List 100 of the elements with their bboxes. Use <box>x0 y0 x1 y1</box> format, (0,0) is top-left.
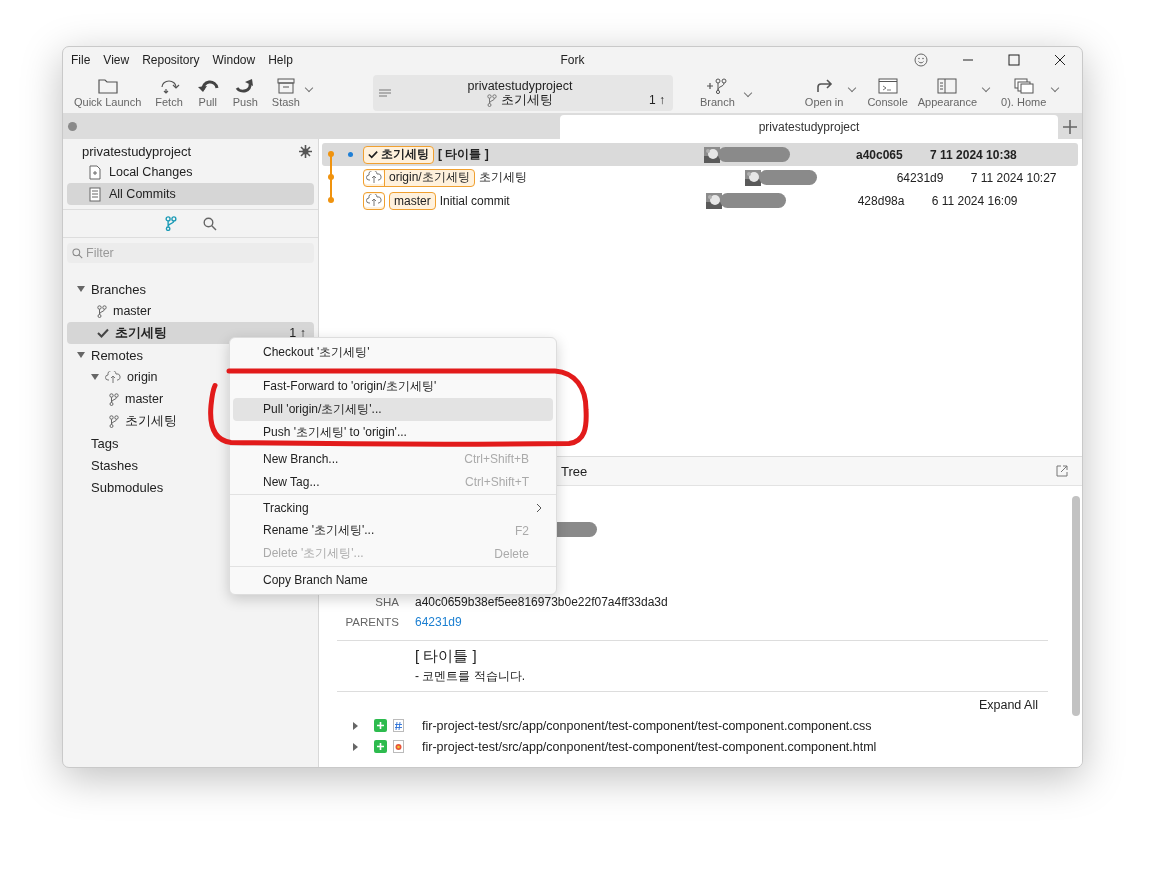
menu-item[interactable]: File <box>71 53 91 67</box>
remote-branch-tag[interactable] <box>363 191 385 210</box>
hash-file-icon <box>393 719 404 732</box>
maximize-icon[interactable] <box>1008 54 1020 66</box>
file-path[interactable]: fir-project-test/src/app/conponent/test-component/test-component.component.css <box>422 718 872 733</box>
status-dot-icon <box>68 122 77 131</box>
smiley-icon[interactable] <box>914 53 928 67</box>
commit-row[interactable]: master Initial commit 428d98a 6 11 2024 16:09 <box>322 189 1078 212</box>
branch-tag[interactable]: 초기세팅 <box>363 145 434 164</box>
repository-name: privatestudyproject <box>82 144 192 159</box>
remote-branch-tag[interactable]: origin/초기세팅 <box>363 168 475 187</box>
commit-sha: 428d98a <box>857 193 906 208</box>
menu-item[interactable]: Window <box>212 53 256 67</box>
add-tab-icon[interactable] <box>1063 120 1077 134</box>
expand-arrow-icon[interactable] <box>353 742 358 751</box>
menu-item[interactable]: Pull 'origin/초기세팅'... <box>233 398 553 421</box>
menu-item[interactable]: Fast-Forward to 'origin/초기세팅' <box>233 375 553 398</box>
tree-section-label[interactable]: Remotes <box>91 347 144 363</box>
share-arrow-icon <box>815 78 834 94</box>
expand-arrow-icon[interactable] <box>77 286 85 292</box>
menu-item[interactable]: Rename '초기세팅'... F2 <box>233 519 553 542</box>
globe-file-icon <box>393 740 404 753</box>
expand-arrow-icon[interactable] <box>77 352 85 358</box>
menu-item[interactable]: New Tag... Ctrl+Shift+T <box>233 470 553 493</box>
cloud-icon <box>105 370 121 384</box>
new-branch-icon <box>706 78 729 94</box>
expand-all-link[interactable]: Expand All <box>978 698 1038 712</box>
ahead-count: 1 ↑ <box>649 93 665 107</box>
chevron-right-icon <box>536 502 543 513</box>
commit-row[interactable]: origin/초기세팅 초기세팅 64231d9 7 11 2024 10:27 <box>322 166 1078 189</box>
commit-title: [ 타이틀 ] <box>414 647 478 666</box>
repository-tab[interactable]: privatestudyproject <box>560 115 1058 139</box>
close-icon[interactable] <box>1054 54 1066 66</box>
menu-item[interactable]: Tracking <box>233 496 553 519</box>
commit-message: 초기세팅 <box>478 169 528 186</box>
repository-selector[interactable]: privatestudyproject 초기세팅 1 ↑ <box>373 75 673 111</box>
external-link-icon[interactable] <box>1056 465 1068 477</box>
settings-icon[interactable] <box>299 145 312 158</box>
commit-message: [ 타이틀 ] <box>438 146 490 163</box>
toolbar-button[interactable]: Push <box>229 78 261 108</box>
sidebar-item[interactable]: All Commits <box>67 183 314 205</box>
field-label: PARENTS <box>344 616 399 628</box>
toolbar-button[interactable]: 0). Home <box>998 78 1064 108</box>
redaction-bar <box>719 193 786 208</box>
cloud-icon <box>366 171 382 184</box>
tree-section-label[interactable]: Tags <box>91 435 119 451</box>
menu-item[interactable]: New Branch... Ctrl+Shift+B <box>233 447 553 470</box>
commit-date: 6 11 2024 16:09 <box>931 193 1018 208</box>
list-icon <box>379 89 391 97</box>
redaction-bar <box>758 170 817 185</box>
sidebar-item[interactable]: Local Changes <box>67 161 314 183</box>
parent-commit-link[interactable]: 64231d9 <box>415 615 462 629</box>
sidebar-tree-item[interactable]: 초기세팅 1 ↑ <box>67 322 314 344</box>
branch-icon <box>487 93 497 107</box>
menu-item[interactable]: Copy Branch Name <box>233 568 553 591</box>
branch-icon[interactable] <box>164 216 177 231</box>
menu-item[interactable]: Repository <box>142 53 200 67</box>
toolbar-button[interactable]: Appearance <box>914 78 995 108</box>
commit-sha: 64231d9 <box>896 170 945 185</box>
filter-field[interactable]: Filter <box>67 243 314 263</box>
layout-icon <box>937 78 958 94</box>
window-title: Fork <box>560 53 585 67</box>
document-list-icon <box>89 186 101 202</box>
toolbar-button[interactable]: Quick Launch <box>71 78 145 108</box>
tree-tab[interactable]: Tree <box>561 463 588 479</box>
toolbar-button[interactable]: Pull <box>193 78 222 108</box>
checkmark-icon <box>368 150 378 159</box>
expand-arrow-icon[interactable] <box>91 374 99 380</box>
menu-item[interactable]: View <box>103 53 130 67</box>
toolbar-button[interactable]: Stash <box>268 78 317 108</box>
toolbar-button[interactable]: Branch <box>697 78 756 108</box>
sidebar-tree-item[interactable]: master <box>67 300 314 322</box>
commit-date: 7 11 2024 10:27 <box>970 170 1057 185</box>
shortcut-label: Ctrl+Shift+B <box>464 451 529 466</box>
ahead-count: 1 ↑ <box>289 326 306 340</box>
commit-sha: a40c0659b38ef5ee816973b0e22f07a4ff33da3d <box>415 595 668 609</box>
cloud-icon <box>366 194 382 207</box>
tree-section-label[interactable]: Branches <box>91 281 146 297</box>
branch-tag[interactable]: master <box>389 191 436 210</box>
stash-box-icon <box>276 78 295 94</box>
commit-date: 7 11 2024 10:38 <box>930 147 1017 162</box>
expand-arrow-icon[interactable] <box>353 721 358 730</box>
toolbar-button[interactable]: Open in <box>801 78 861 108</box>
fetch-icon <box>158 78 180 94</box>
commit-message: Initial commit <box>439 193 511 208</box>
shortcut-label: Delete <box>494 546 529 561</box>
file-path[interactable]: fir-project-test/src/app/conponent/test-component/test-component.component.html <box>422 739 877 754</box>
shortcut-label: Ctrl+Shift+T <box>464 474 529 489</box>
menu-item[interactable]: Help <box>268 53 293 67</box>
redaction-bar <box>718 147 790 162</box>
commit-sha: a40c065 <box>856 147 904 162</box>
toolbar-button[interactable]: Fetch <box>152 78 186 108</box>
search-icon[interactable] <box>202 216 217 231</box>
tree-section-label[interactable]: Submodules <box>91 479 164 495</box>
commit-row[interactable]: 초기세팅 [ 타이틀 ] a40c065 7 11 2024 10:38 <box>322 143 1078 166</box>
toolbar-button[interactable]: Console <box>864 78 911 108</box>
repository-name: privatestudyproject <box>467 79 573 93</box>
tree-section-label[interactable]: Stashes <box>91 457 138 473</box>
menu-item[interactable]: Checkout '초기세팅' <box>233 341 553 364</box>
menu-item[interactable]: Push '초기세팅' to 'origin'... <box>233 421 553 444</box>
